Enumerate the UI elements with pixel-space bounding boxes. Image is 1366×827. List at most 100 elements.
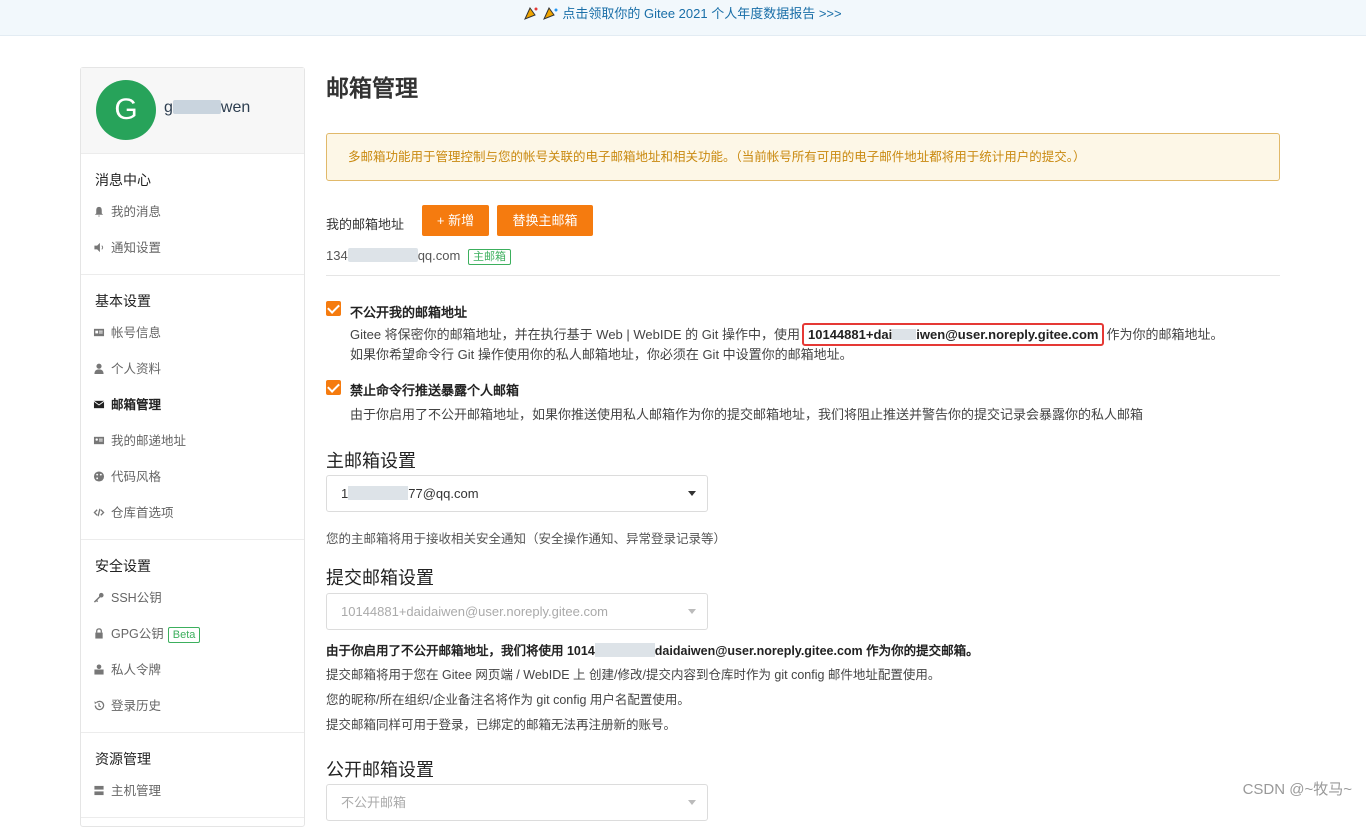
primary-email-select[interactable]: 1 77@qq.com — [326, 475, 708, 512]
commit-email-note: 提交邮箱将用于您在 Gitee 网页端 / WebIDE 上 创建/修改/提交内… — [326, 664, 940, 683]
banner-link[interactable]: 点击领取你的 Gitee 2021 个人年度数据报告 >>> — [562, 6, 841, 21]
commit-email-note: 提交邮箱同样可用于登录，已绑定的邮箱无法再注册新的账号。 — [326, 714, 676, 733]
commit-email-note: 您的昵称/所在组织/企业备注名将作为 git config 用户名配置使用。 — [326, 689, 690, 708]
party-popper-icon — [543, 6, 559, 20]
public-email-settings-heading: 公开邮箱设置 — [326, 756, 434, 782]
sidebar-item-private-tokens[interactable]: 私人令牌 — [81, 652, 304, 688]
redaction-mask — [348, 486, 408, 500]
sidebar-item-account-info[interactable]: 帐号信息 — [81, 315, 304, 351]
hide-email-description: Gitee 将保密你的邮箱地址，并在执行基于 Web | WebIDE 的 Gi… — [350, 324, 1223, 343]
my-email-label: 我的邮箱地址 — [326, 214, 404, 233]
sidebar-section-security: 安全设置 SSH公钥 GPG公钥 Beta 私人令牌 登录历史 — [81, 540, 304, 733]
sidebar-item-code-style[interactable]: 代码风格 — [81, 459, 304, 495]
commit-email-settings-heading: 提交邮箱设置 — [326, 564, 434, 590]
commit-email-note-bold: 由于你启用了不公开邮箱地址，我们将使用 1014 daidaiwen@user.n… — [326, 640, 979, 659]
beta-badge: Beta — [168, 627, 201, 643]
redaction-mask — [595, 643, 655, 657]
redaction-mask — [348, 248, 418, 262]
history-icon — [93, 700, 105, 711]
sidebar-item-host-management[interactable]: 主机管理 — [81, 773, 304, 809]
sidebar-item-label: 帐号信息 — [111, 326, 161, 340]
sidebar-item-gpg-keys[interactable]: GPG公钥 Beta — [81, 616, 304, 652]
sidebar-item-label: 我的消息 — [111, 205, 161, 219]
block-push-description: 由于你启用了不公开邮箱地址，如果你推送使用私人邮箱作为你的提交邮箱地址，我们将阻… — [350, 404, 1143, 423]
primary-email-note: 您的主邮箱将用于接收相关安全通知（安全操作通知、异常登录记录等） — [326, 528, 726, 547]
username-suffix: wen — [221, 99, 250, 116]
id-card-icon — [93, 327, 105, 338]
block-push-label[interactable]: 禁止命令行推送暴露个人邮箱 — [350, 380, 519, 399]
sidebar-item-notification-settings[interactable]: 通知设置 — [81, 230, 304, 266]
sidebar-item-label: 登录历史 — [111, 699, 161, 713]
select-value: 不公开邮箱 — [341, 795, 406, 810]
swap-primary-email-button[interactable]: 替换主邮箱 — [497, 205, 593, 236]
token-icon — [93, 664, 105, 675]
user-icon — [93, 363, 105, 374]
info-notice: 多邮箱功能用于管理控制与您的帐号关联的电子邮箱地址和相关功能。（当前帐号所有可用… — [326, 133, 1280, 181]
hide-email-checkbox[interactable] — [326, 301, 341, 316]
add-email-button[interactable]: + 新增 — [422, 205, 489, 236]
sidebar-item-label: 我的邮递地址 — [111, 434, 186, 448]
select-value: 10144881+daidaiwen@user.noreply.gitee.co… — [341, 604, 608, 619]
palette-icon — [93, 471, 105, 482]
commit-email-select[interactable]: 10144881+daidaiwen@user.noreply.gitee.co… — [326, 593, 708, 630]
hide-email-label[interactable]: 不公开我的邮箱地址 — [350, 302, 467, 321]
settings-sidebar: G gwen 消息中心 我的消息 通知设置 基本设置 帐号信息 个人资料 邮箱管… — [80, 67, 305, 827]
select-value-suffix: 77@qq.com — [408, 486, 478, 501]
envelope-icon — [93, 399, 105, 410]
code-icon — [93, 507, 105, 518]
sidebar-item-login-history[interactable]: 登录历史 — [81, 688, 304, 724]
note-text: daidaiwen@user.noreply.gitee.com 作为你的提交邮… — [655, 644, 979, 658]
email-prefix: 134 — [326, 248, 348, 263]
divider — [326, 275, 1280, 276]
speaker-icon — [93, 242, 105, 253]
email-list-item: 134 qq.com 主邮箱 — [326, 248, 511, 265]
sidebar-item-my-messages[interactable]: 我的消息 — [81, 194, 304, 230]
sidebar-item-label: 主机管理 — [111, 784, 161, 798]
redaction-mask — [173, 100, 221, 114]
note-text: 由于你启用了不公开邮箱地址，我们将使用 1014 — [326, 644, 595, 658]
announcement-banner[interactable]: 点击领取你的 Gitee 2021 个人年度数据报告 >>> — [0, 0, 1366, 36]
block-push-checkbox[interactable] — [326, 380, 341, 395]
noreply-prefix: 10144881+dai — [808, 327, 892, 342]
email-suffix: qq.com — [418, 248, 461, 263]
sidebar-section-title: 安全设置 — [81, 540, 304, 580]
page-title: 邮箱管理 — [326, 69, 418, 103]
sidebar-item-label: 个人资料 — [111, 362, 161, 376]
sidebar-item-ssh-keys[interactable]: SSH公钥 — [81, 580, 304, 616]
server-icon — [93, 785, 105, 796]
primary-email-badge: 主邮箱 — [468, 249, 511, 265]
lock-icon — [93, 628, 105, 639]
profile-card: G gwen — [81, 68, 304, 154]
watermark: CSDN @~牧马~ — [1243, 778, 1352, 799]
sidebar-item-email-management[interactable]: 邮箱管理 — [81, 387, 304, 423]
public-email-select[interactable]: 不公开邮箱 — [326, 784, 708, 821]
sidebar-section-title: 资源管理 — [81, 733, 304, 773]
noreply-email-highlight: 10144881+dai iwen@user.noreply.gitee.com — [802, 323, 1104, 346]
sidebar-section-title: 基本设置 — [81, 275, 304, 315]
noreply-suffix: iwen@user.noreply.gitee.com — [916, 327, 1098, 342]
sidebar-item-postal-address[interactable]: 我的邮递地址 — [81, 423, 304, 459]
desc-text: 作为你的邮箱地址。 — [1106, 327, 1223, 342]
party-popper-icon — [524, 6, 540, 20]
sidebar-section-messages: 消息中心 我的消息 通知设置 — [81, 154, 304, 275]
chevron-down-icon — [688, 800, 696, 805]
sidebar-item-label: GPG公钥 — [111, 627, 164, 641]
redaction-mask — [892, 329, 916, 340]
key-icon — [93, 592, 105, 603]
chevron-down-icon — [688, 609, 696, 614]
desc-text: Gitee 将保密你的邮箱地址，并在执行基于 Web | WebIDE 的 Gi… — [350, 327, 800, 342]
chevron-down-icon — [688, 491, 696, 496]
username[interactable]: gwen — [164, 99, 250, 117]
primary-email-settings-heading: 主邮箱设置 — [326, 447, 416, 473]
address-card-icon — [93, 435, 105, 446]
sidebar-section-title: 消息中心 — [81, 154, 304, 194]
avatar[interactable]: G — [96, 80, 156, 140]
select-value-prefix: 1 — [341, 486, 348, 501]
sidebar-item-profile[interactable]: 个人资料 — [81, 351, 304, 387]
sidebar-section-resources: 资源管理 主机管理 — [81, 733, 304, 818]
sidebar-item-label: 通知设置 — [111, 241, 161, 255]
sidebar-item-label: 私人令牌 — [111, 663, 161, 677]
sidebar-item-repo-preferences[interactable]: 仓库首选项 — [81, 495, 304, 531]
sidebar-item-label: SSH公钥 — [111, 591, 162, 605]
hide-email-description-line2: 如果你希望命令行 Git 操作使用你的私人邮箱地址，你必须在 Git 中设置你的… — [350, 344, 853, 363]
